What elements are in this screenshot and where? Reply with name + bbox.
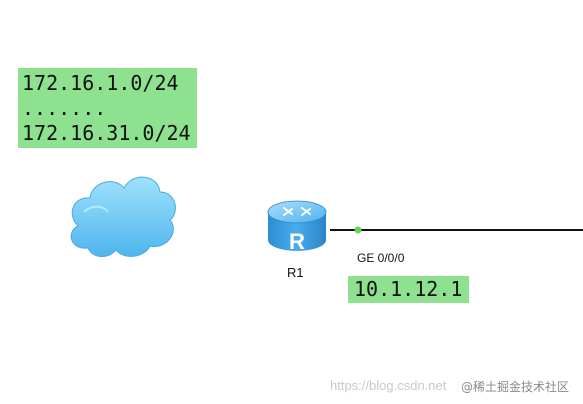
network-range-start: 172.16.1.0/24 bbox=[22, 71, 179, 95]
router-glyph: R bbox=[289, 229, 305, 254]
network-range-label: 172.16.1.0/24 ....... 172.16.31.0/24 bbox=[18, 68, 197, 148]
network-range-ellipsis: ....... bbox=[22, 96, 107, 120]
ip-address-text: 10.1.12.1 bbox=[354, 277, 463, 301]
cloud-icon bbox=[70, 176, 176, 257]
network-range-end: 172.16.31.0/24 bbox=[22, 121, 191, 145]
ip-address-label: 10.1.12.1 bbox=[348, 276, 469, 303]
router-name: R1 bbox=[287, 265, 304, 280]
diagram-graphics: R bbox=[70, 176, 583, 257]
watermark-url: https://blog.csdn.net bbox=[330, 378, 447, 393]
watermark-brand: @稀土掘金技术社区 bbox=[461, 378, 570, 395]
router-icon: R bbox=[267, 200, 327, 254]
network-diagram: R 172.16.1.0/24 ....... 172.16.31.0/24 G… bbox=[0, 0, 583, 404]
interface-label: GE 0/0/0 bbox=[357, 251, 405, 265]
port-dot bbox=[354, 226, 362, 234]
